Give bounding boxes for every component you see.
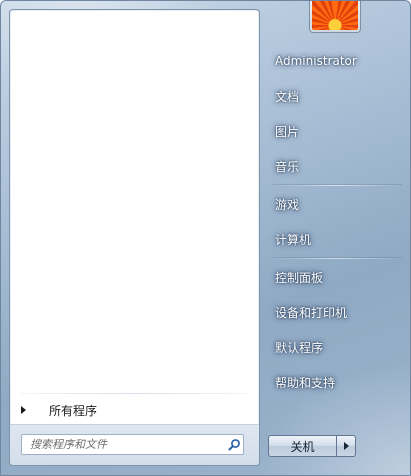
all-programs-button[interactable]: 所有程序 bbox=[14, 398, 255, 422]
user-picture[interactable] bbox=[309, 1, 361, 33]
right-item-documents[interactable]: 文档 bbox=[267, 82, 407, 110]
start-menu: 所有程序 Administrator 文档 图片 音乐 游戏 计算机 bbox=[0, 0, 411, 476]
right-item-games[interactable]: 游戏 bbox=[267, 190, 407, 218]
search-bar bbox=[10, 424, 259, 465]
left-pane: 所有程序 bbox=[9, 9, 260, 466]
right-item-computer[interactable]: 计算机 bbox=[267, 225, 407, 253]
left-divider bbox=[20, 393, 249, 394]
search-input[interactable] bbox=[22, 436, 225, 453]
shutdown-group: 关机 bbox=[268, 435, 356, 457]
shutdown-button[interactable]: 关机 bbox=[268, 435, 337, 457]
user-avatar-flower-icon bbox=[312, 1, 358, 30]
right-item-default-programs[interactable]: 默认程序 bbox=[267, 333, 407, 361]
expand-arrow-icon bbox=[21, 406, 26, 414]
search-box bbox=[21, 434, 244, 455]
right-item-devices-printers[interactable]: 设备和打印机 bbox=[267, 298, 407, 326]
chevron-right-icon bbox=[343, 442, 349, 450]
right-item-music[interactable]: 音乐 bbox=[267, 152, 407, 180]
right-item-pictures[interactable]: 图片 bbox=[267, 117, 407, 145]
right-item-control-panel[interactable]: 控制面板 bbox=[267, 263, 407, 291]
right-item-help-support[interactable]: 帮助和支持 bbox=[267, 368, 407, 396]
right-divider bbox=[273, 258, 402, 259]
all-programs-label: 所有程序 bbox=[49, 403, 98, 418]
right-item-administrator[interactable]: Administrator bbox=[267, 47, 407, 75]
shutdown-options-button[interactable] bbox=[337, 435, 356, 457]
right-divider bbox=[273, 185, 402, 186]
search-icon[interactable] bbox=[225, 436, 243, 453]
right-pane: Administrator 文档 图片 音乐 游戏 计算机 控制面板 设备和打印… bbox=[263, 1, 410, 475]
pinned-programs-list bbox=[10, 10, 259, 394]
